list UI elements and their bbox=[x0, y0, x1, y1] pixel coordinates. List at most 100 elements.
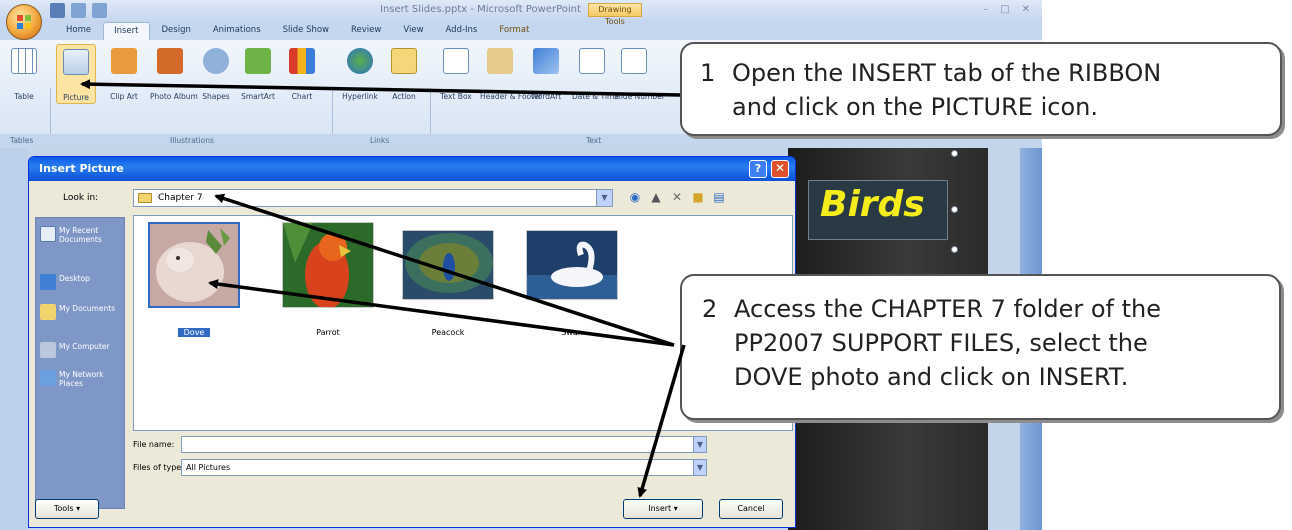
window-controls: – □ ✕ bbox=[983, 4, 1030, 15]
insert-button[interactable]: Insert ▾ bbox=[623, 499, 703, 519]
file-name-label: File name: bbox=[133, 440, 175, 449]
tab-animations[interactable]: Animations bbox=[203, 22, 271, 40]
dialog-title-bar: Insert Picture ? ✕ bbox=[29, 157, 795, 181]
step-2-line-1: Access the CHAPTER 7 folder of the bbox=[734, 295, 1161, 323]
file-name-input[interactable] bbox=[181, 436, 705, 453]
page: Insert Slides.pptx - Microsoft PowerPoin… bbox=[0, 0, 1292, 530]
office-logo-icon bbox=[17, 15, 31, 29]
folder-icon bbox=[138, 193, 152, 203]
tab-insert[interactable]: Insert bbox=[103, 22, 150, 40]
delete-icon[interactable]: ✕ bbox=[669, 189, 685, 205]
dialog-title: Insert Picture bbox=[39, 162, 124, 175]
resize-handle[interactable] bbox=[951, 206, 958, 213]
files-of-type-dropdown[interactable]: All Pictures bbox=[181, 459, 705, 476]
insert-label: Insert bbox=[648, 504, 672, 513]
photo-album-icon bbox=[157, 48, 183, 74]
shapes-icon bbox=[203, 48, 229, 74]
place-my-recent-documents[interactable]: My Recent Documents bbox=[40, 226, 124, 244]
quick-access-toolbar bbox=[50, 3, 107, 18]
hyperlink-button[interactable]: Hyperlink bbox=[340, 48, 380, 101]
slide-number-label: Slide Number bbox=[614, 92, 665, 101]
tab-add-ins[interactable]: Add-Ins bbox=[436, 22, 488, 40]
file-thumbnail-swan[interactable] bbox=[526, 230, 618, 300]
look-in-dropdown[interactable]: Chapter 7 ▼ bbox=[133, 189, 613, 207]
file-name-swan[interactable]: Swan bbox=[526, 328, 618, 337]
step-1-line-2: and click on the PICTURE icon. bbox=[732, 93, 1098, 121]
tab-view[interactable]: View bbox=[393, 22, 433, 40]
tab-format[interactable]: Format bbox=[489, 22, 539, 40]
tab-slide-show[interactable]: Slide Show bbox=[273, 22, 339, 40]
place-my-network-places[interactable]: My Network Places bbox=[40, 370, 124, 388]
place-label: My Network Places bbox=[59, 370, 104, 388]
place-desktop[interactable]: Desktop bbox=[40, 274, 124, 290]
file-thumbnail-parrot[interactable] bbox=[282, 222, 374, 308]
tools-button[interactable]: Tools ▾ bbox=[35, 499, 99, 519]
file-thumbnail-dove[interactable] bbox=[148, 222, 240, 308]
up-folder-icon[interactable]: ▲ bbox=[648, 189, 664, 205]
chevron-down-icon[interactable]: ▼ bbox=[693, 459, 707, 476]
file-name-parrot[interactable]: Parrot bbox=[282, 328, 374, 337]
slide-number-button[interactable]: Slide Number bbox=[614, 48, 665, 101]
action-button[interactable]: Action bbox=[384, 48, 424, 101]
views-icon[interactable]: ▤ bbox=[711, 189, 727, 205]
ribbon-group-labels: Tables Illustrations Links Text bbox=[0, 134, 1042, 148]
place-label: My Recent Documents bbox=[59, 226, 102, 244]
place-my-documents[interactable]: My Documents bbox=[40, 304, 124, 320]
smartart-button[interactable]: SmartArt bbox=[238, 48, 278, 101]
tab-design[interactable]: Design bbox=[152, 22, 201, 40]
action-icon bbox=[391, 48, 417, 74]
hyperlink-icon bbox=[347, 48, 373, 74]
look-in-label: Look in: bbox=[63, 193, 99, 203]
chart-button[interactable]: Chart bbox=[282, 48, 322, 101]
wordart-button[interactable]: WordArt bbox=[526, 48, 566, 101]
tab-home[interactable]: Home bbox=[56, 22, 101, 40]
step-2-number: 2 bbox=[702, 295, 718, 323]
places-bar: My Recent Documents Desktop My Documents… bbox=[35, 217, 125, 509]
close-icon[interactable]: ✕ bbox=[1022, 4, 1030, 15]
group-text: Text bbox=[586, 136, 602, 145]
table-button[interactable]: Table bbox=[4, 48, 44, 101]
callout-step-2: 2 Access the CHAPTER 7 folder of the PP20… bbox=[680, 274, 1281, 420]
chevron-down-icon[interactable]: ▼ bbox=[596, 190, 612, 206]
resize-handle[interactable] bbox=[951, 150, 958, 157]
file-thumbnail-peacock[interactable] bbox=[402, 230, 494, 300]
cancel-button[interactable]: Cancel bbox=[719, 499, 783, 519]
wordart-icon bbox=[533, 48, 559, 74]
look-in-value: Chapter 7 bbox=[158, 193, 203, 203]
help-button[interactable]: ? bbox=[749, 160, 767, 178]
file-name-peacock[interactable]: Peacock bbox=[402, 328, 494, 337]
tab-review[interactable]: Review bbox=[341, 22, 391, 40]
step-1-number: 1 bbox=[700, 59, 716, 87]
text-box-button[interactable]: Text Box bbox=[436, 48, 476, 101]
minimize-icon[interactable]: – bbox=[983, 4, 988, 15]
photo-album-button[interactable]: Photo Album bbox=[150, 48, 198, 101]
group-links: Links bbox=[370, 136, 390, 145]
office-button[interactable] bbox=[6, 4, 42, 40]
chevron-down-icon[interactable]: ▼ bbox=[693, 436, 707, 453]
dialog-close-button[interactable]: ✕ bbox=[771, 160, 789, 178]
dove-image bbox=[150, 224, 238, 306]
undo-icon[interactable] bbox=[71, 3, 86, 18]
redo-icon[interactable] bbox=[92, 3, 107, 18]
text-box-label: Text Box bbox=[440, 92, 472, 101]
clip-art-icon bbox=[111, 48, 137, 74]
place-label: My Documents bbox=[59, 304, 116, 313]
place-my-computer[interactable]: My Computer bbox=[40, 342, 124, 358]
file-name-dove[interactable]: Dove bbox=[178, 328, 210, 337]
header-footer-button[interactable]: Header & Footer bbox=[480, 48, 542, 101]
table-label: Table bbox=[14, 92, 34, 101]
save-icon[interactable] bbox=[50, 3, 65, 18]
clip-art-button[interactable]: Clip Art bbox=[104, 48, 144, 101]
wordart-label: WordArt bbox=[530, 92, 562, 101]
shapes-button[interactable]: Shapes bbox=[196, 48, 236, 101]
files-of-type-label: Files of type: bbox=[133, 463, 184, 472]
new-folder-icon[interactable]: ■ bbox=[690, 189, 706, 205]
picture-button[interactable]: Picture bbox=[56, 44, 96, 104]
date-time-button[interactable]: Date & Time bbox=[572, 48, 619, 101]
maximize-icon[interactable]: □ bbox=[1000, 4, 1009, 15]
place-label: Desktop bbox=[59, 274, 90, 283]
back-icon[interactable]: ◉ bbox=[627, 189, 643, 205]
smartart-label: SmartArt bbox=[241, 92, 275, 101]
my-computer-icon bbox=[40, 342, 56, 358]
resize-handle[interactable] bbox=[951, 246, 958, 253]
